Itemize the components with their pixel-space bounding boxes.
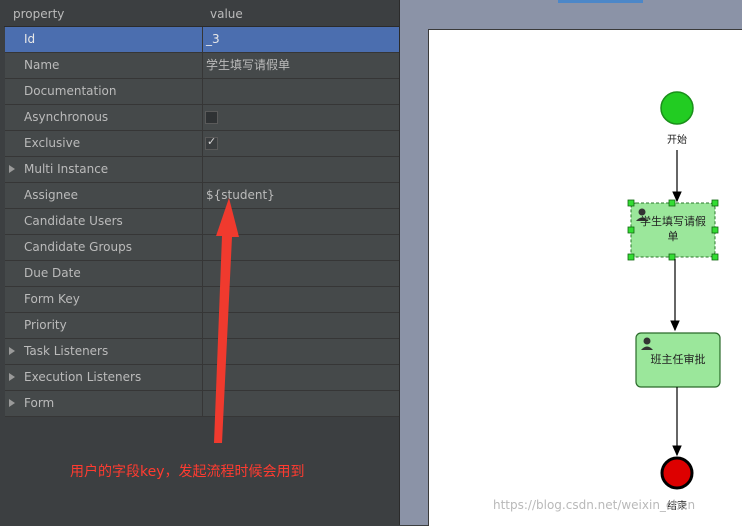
start-event[interactable] bbox=[660, 91, 694, 125]
annotation-text: 用户的字段key，发起流程时候会用到 bbox=[70, 464, 305, 480]
task1-label-line2: 单 bbox=[668, 230, 679, 243]
end-event[interactable] bbox=[660, 456, 694, 490]
watermark: https://blog.csdn.net/weixin_chen bbox=[493, 498, 696, 512]
overlay-layer: 开始 学生填写请假 单 班主任审批 结束 bbox=[214, 91, 721, 512]
start-event-label: 开始 bbox=[667, 133, 687, 146]
task2-label: 班主任审批 bbox=[651, 352, 706, 366]
task1-label-line1: 学生填写请假 bbox=[640, 214, 706, 228]
annotation-arrow bbox=[214, 198, 239, 443]
